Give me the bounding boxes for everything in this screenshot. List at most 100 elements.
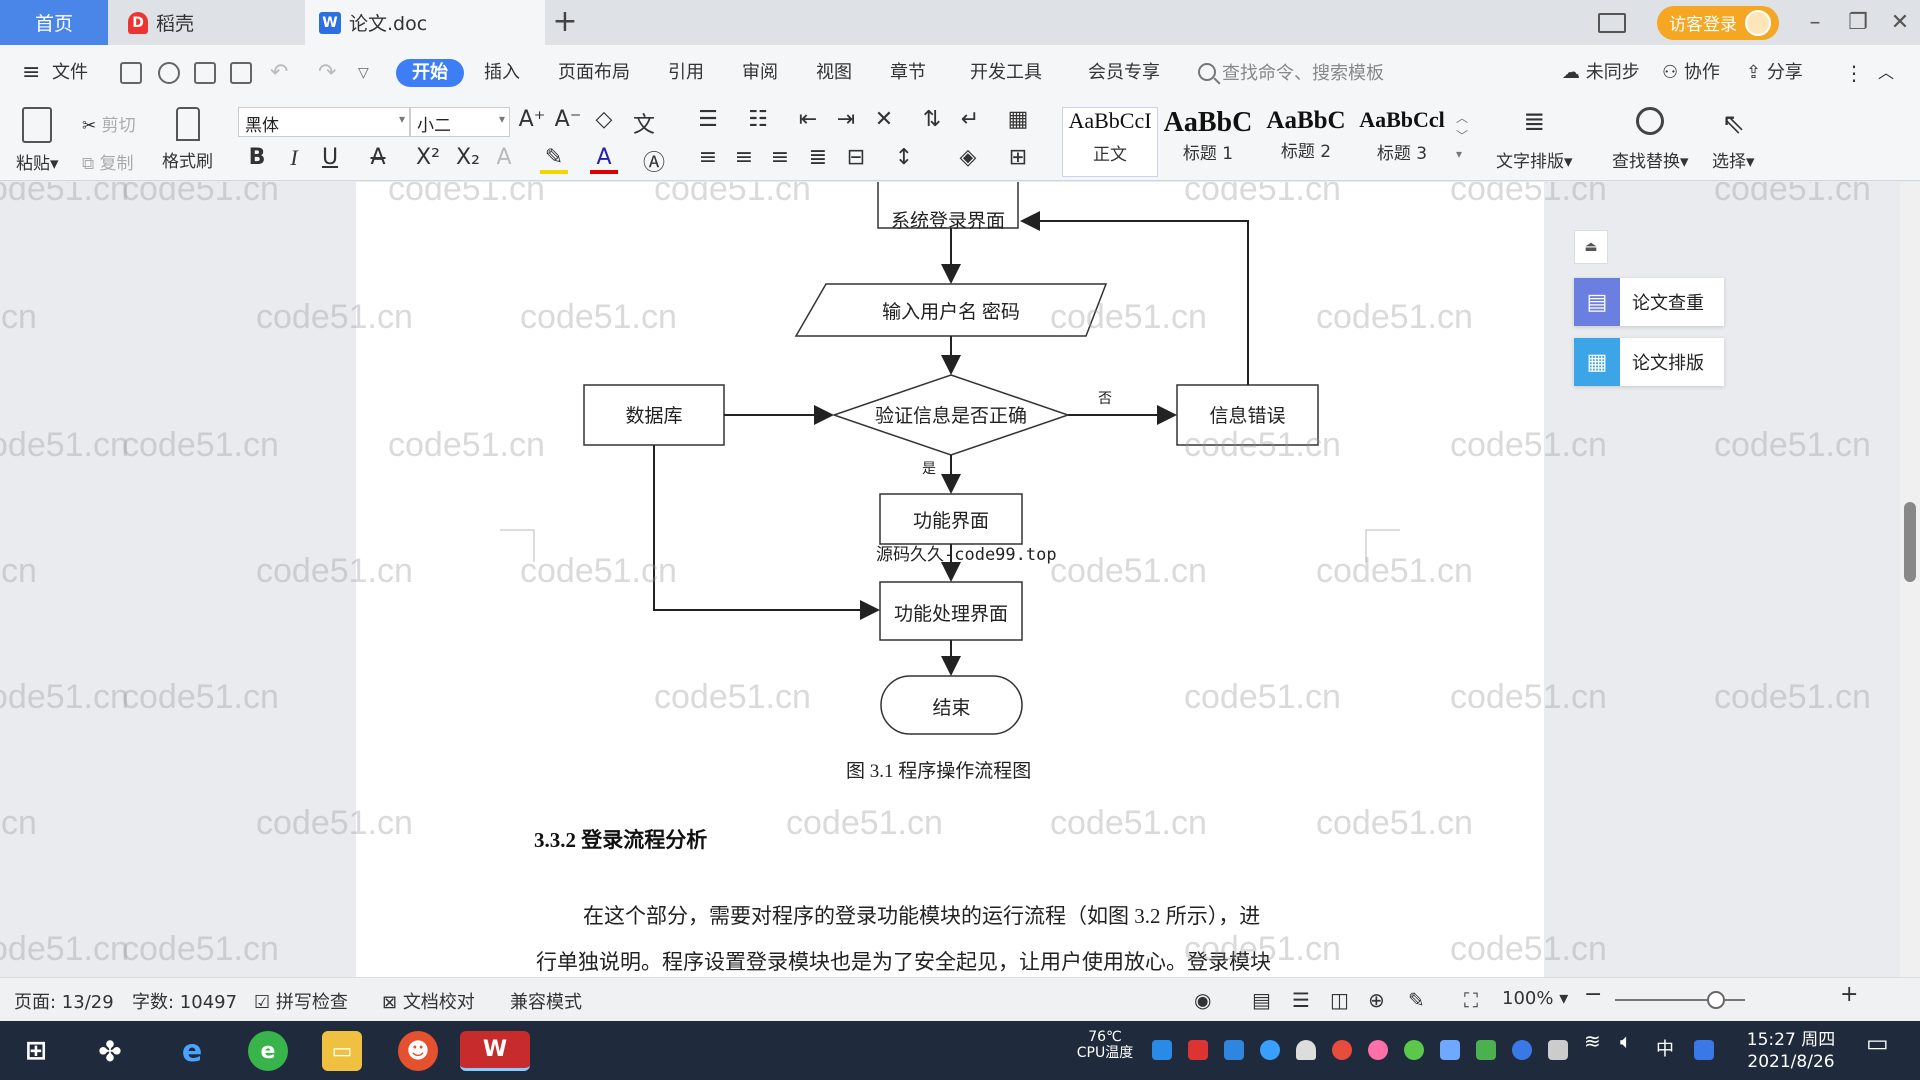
notification-bell-icon[interactable] xyxy=(1296,1040,1316,1060)
ime-indicator[interactable]: 中 xyxy=(1656,1035,1674,1061)
superscript-icon[interactable]: X² xyxy=(414,145,442,170)
outline-view-icon[interactable]: ☰ xyxy=(1292,988,1310,1012)
align-left-icon[interactable]: ≡ xyxy=(694,145,722,170)
app-pinwheel-icon[interactable]: ✤ xyxy=(90,1031,130,1071)
zoom-out-icon[interactable]: − xyxy=(1584,982,1602,1007)
decrease-indent-icon[interactable]: ⇤ xyxy=(794,107,822,132)
fit-page-icon[interactable]: ⛶ xyxy=(1464,988,1478,1012)
tray-app-icon[interactable] xyxy=(1440,1040,1460,1060)
tray-app-icon[interactable] xyxy=(1188,1040,1208,1060)
collaborate-button[interactable]: ⚇ 协作 xyxy=(1662,59,1720,87)
app-avatar-icon[interactable]: ☻ xyxy=(398,1031,438,1071)
menu-review[interactable]: 审阅 xyxy=(742,59,778,87)
borders-icon[interactable]: ⊞ xyxy=(1004,145,1032,170)
undo-icon[interactable]: ↶ xyxy=(270,59,288,87)
strikethrough-icon[interactable]: A xyxy=(364,145,392,170)
share-button[interactable]: ⇪ 分享 xyxy=(1746,59,1803,87)
font-color-icon[interactable]: A xyxy=(590,145,618,174)
increase-indent-icon[interactable]: ⇥ xyxy=(832,107,860,132)
zoom-in-icon[interactable]: + xyxy=(1840,982,1858,1007)
phonetic-guide-icon[interactable]: 文 xyxy=(630,107,658,139)
reading-view-icon[interactable]: ◫ xyxy=(1330,988,1349,1012)
numbered-list-icon[interactable]: ☷ xyxy=(744,107,772,132)
close-icon[interactable]: ✕ xyxy=(1880,0,1920,45)
style-heading-1[interactable]: AaBbC 标题 1 xyxy=(1160,107,1256,177)
menu-home[interactable]: 开始 xyxy=(396,59,464,87)
cpu-temp-widget[interactable]: 76℃ CPU温度 xyxy=(1070,1029,1140,1061)
tray-app-icon[interactable] xyxy=(1152,1040,1172,1060)
battery-icon[interactable] xyxy=(1548,1040,1568,1060)
action-center-icon[interactable]: ▭ xyxy=(1866,1029,1889,1057)
menu-view[interactable]: 视图 xyxy=(816,59,852,87)
chinese-layout-icon[interactable]: ✕ xyxy=(870,107,898,132)
line-spacing-icon[interactable]: ↕ xyxy=(890,145,918,170)
select-button[interactable]: ⇖ 选择▾ xyxy=(1712,107,1755,172)
tray-app-icon[interactable] xyxy=(1224,1040,1244,1060)
style-heading-2[interactable]: AaBbC 标题 2 xyxy=(1258,107,1354,177)
zoom-slider[interactable] xyxy=(1615,999,1745,1001)
hamburger-menu-icon[interactable]: ≡ xyxy=(22,59,40,87)
windows-start-icon[interactable]: ⊞ xyxy=(16,1031,56,1071)
browser-360-icon[interactable]: e xyxy=(248,1031,288,1071)
tray-app-icon[interactable] xyxy=(1332,1040,1352,1060)
format-painter-button[interactable]: 格式刷 xyxy=(162,107,213,172)
print-icon[interactable] xyxy=(194,62,216,84)
ie-browser-icon[interactable]: e xyxy=(172,1031,212,1071)
tray-app-icon[interactable] xyxy=(1368,1040,1388,1060)
menu-member[interactable]: 会员专享 xyxy=(1088,59,1160,87)
side-panel-collapse-icon[interactable]: ⏏ xyxy=(1574,230,1608,264)
tab-daoke[interactable]: D 稻壳 xyxy=(110,0,300,45)
style-heading-3[interactable]: AaBbCcl 标题 3 xyxy=(1354,107,1450,177)
restore-icon[interactable]: ❐ xyxy=(1838,0,1878,45)
print-preview-icon[interactable] xyxy=(230,62,252,84)
web-view-icon[interactable]: ⊕ xyxy=(1368,988,1385,1012)
shield-icon[interactable] xyxy=(1260,1040,1280,1060)
quick-access-dropdown-icon[interactable]: ▽ xyxy=(358,59,369,87)
proofread-button[interactable]: ⊠ 文档校对 xyxy=(382,988,475,1014)
volume-icon[interactable]: 🔈︎ xyxy=(1620,1029,1632,1053)
paper-check-button[interactable]: ▤ 论文查重 xyxy=(1574,278,1724,326)
paper-format-button[interactable]: ▦ 论文排版 xyxy=(1574,338,1724,386)
menu-page-layout[interactable]: 页面布局 xyxy=(558,59,630,87)
tab-document[interactable]: W 论文.doc xyxy=(305,0,545,45)
write-mode-icon[interactable]: ✎ xyxy=(1408,988,1425,1012)
clear-format-icon[interactable]: ◇ xyxy=(590,107,618,132)
word-count[interactable]: 字数: 10497 xyxy=(132,988,237,1014)
highlight-icon[interactable]: ✎ xyxy=(540,145,568,174)
copy-button[interactable]: ⧉ 复制 xyxy=(82,149,134,174)
scrollbar-thumb[interactable] xyxy=(1904,502,1916,582)
new-tab-button[interactable]: + xyxy=(550,6,580,38)
tray-app-icon[interactable] xyxy=(1404,1040,1424,1060)
bold-icon[interactable]: B xyxy=(243,145,271,170)
style-normal[interactable]: AaBbCcI 正文 xyxy=(1062,107,1158,177)
save-icon[interactable] xyxy=(120,62,142,84)
wps-writer-icon[interactable]: W xyxy=(460,1031,530,1071)
vertical-scrollbar[interactable] xyxy=(1900,182,1920,977)
sync-status[interactable]: ☁ 未同步 xyxy=(1562,59,1640,87)
zoom-slider-knob[interactable] xyxy=(1707,991,1725,1009)
menu-developer[interactable]: 开发工具 xyxy=(970,59,1042,87)
show-marks-icon[interactable]: ↵ xyxy=(956,107,984,132)
sort-icon[interactable]: ⇅ xyxy=(918,107,946,132)
font-size-select[interactable]: 小二 xyxy=(410,107,510,137)
text-effect-icon[interactable]: A xyxy=(490,145,518,170)
nvidia-icon[interactable] xyxy=(1476,1040,1496,1060)
wifi-icon[interactable]: ≋ xyxy=(1584,1029,1601,1053)
redo-icon[interactable]: ↷ xyxy=(318,59,336,87)
zoom-level[interactable]: 100% ▾ xyxy=(1502,988,1568,1009)
text-layout-button[interactable]: ≣ 文字排版▾ xyxy=(1496,107,1573,172)
justify-icon[interactable]: ≣ xyxy=(804,145,832,170)
collapse-ribbon-icon[interactable]: ︿ xyxy=(1878,59,1894,87)
search-app-icon[interactable] xyxy=(1694,1040,1714,1060)
styles-scroll-icon[interactable]: ︿ ﹀ ▾ xyxy=(1456,109,1468,163)
find-replace-button[interactable]: 查找替换▾ xyxy=(1612,107,1689,172)
spell-check-button[interactable]: ☑ 拼写检查 xyxy=(254,988,348,1014)
paste-button[interactable]: 粘贴▾ xyxy=(16,107,59,174)
bluetooth-icon[interactable] xyxy=(1512,1040,1532,1060)
export-icon[interactable] xyxy=(158,62,180,84)
page-indicator[interactable]: 页面: 13/29 xyxy=(14,988,114,1014)
char-border-icon[interactable]: Ⓐ xyxy=(640,145,668,177)
clock[interactable]: 15:27 周四 2021/8/26 xyxy=(1736,1029,1846,1073)
file-explorer-icon[interactable]: ▭ xyxy=(322,1031,362,1071)
eye-protection-icon[interactable]: ◉ xyxy=(1194,988,1211,1012)
